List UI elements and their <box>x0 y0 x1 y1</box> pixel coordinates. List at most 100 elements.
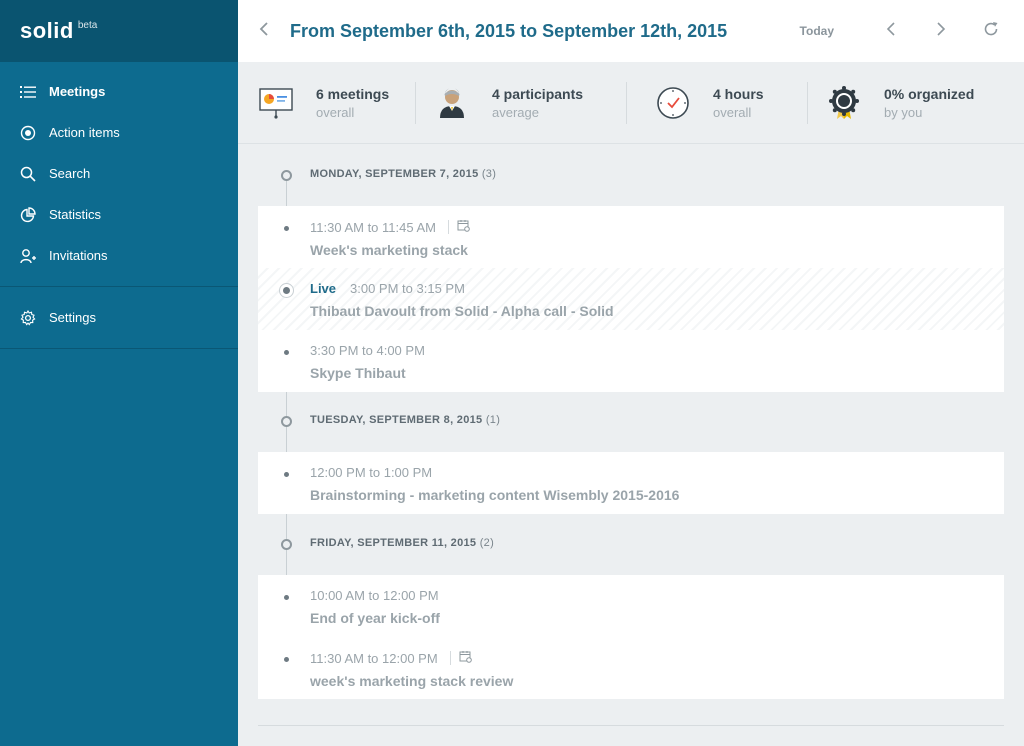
divider <box>449 651 451 665</box>
stat-divider <box>807 81 808 124</box>
refresh-button[interactable] <box>966 0 1016 62</box>
sidebar-item-label: Meetings <box>49 84 106 99</box>
badge-icon <box>826 85 862 121</box>
clock-icon <box>655 85 691 121</box>
meeting-marker <box>284 472 289 477</box>
stat-caption: average <box>492 104 539 120</box>
stat-text: 0% organized by you <box>884 86 974 120</box>
today-button[interactable]: Today <box>800 24 834 38</box>
stat-organized: 0% organized by you <box>826 78 974 128</box>
meeting-time: 3:30 PM to 4:00 PM <box>310 343 425 358</box>
secondary-nav: Settings <box>0 287 238 349</box>
day-label: MONDAY, SEPTEMBER 7, 2015 <box>310 168 479 180</box>
meeting-title: Week's marketing stack <box>310 242 468 258</box>
sidebar-item-label: Settings <box>49 310 96 325</box>
chevron-right-icon <box>933 21 949 42</box>
meeting-time: 11:30 AM to 12:00 PM <box>310 650 438 666</box>
stat-text: 6 meetings overall <box>316 86 389 120</box>
meeting-item[interactable]: 11:30 AM to 12:00 PM week's marketing st… <box>258 637 1004 699</box>
day-card: 12:00 PM to 1:00 PM Brainstorming - mark… <box>258 452 1004 514</box>
meeting-title: week's marketing stack review <box>310 673 514 689</box>
stat-text: 4 participants average <box>492 86 583 120</box>
stat-caption: overall <box>713 104 752 120</box>
meeting-marker <box>284 350 289 355</box>
sidebar-item-statistics[interactable]: Statistics <box>0 194 238 235</box>
meeting-item[interactable]: 12:00 PM to 1:00 PM Brainstorming - mark… <box>258 452 1004 514</box>
day-card: 11:30 AM to 11:45 AM Week's marketing st… <box>258 206 1004 392</box>
add-user-icon <box>20 248 36 264</box>
stat-participants: 4 participants average <box>434 78 626 128</box>
sidebar-item-action-items[interactable]: Action items <box>0 112 238 153</box>
meeting-item-live[interactable]: Live 3:00 PM to 3:15 PM Thibaut Davoult … <box>258 268 1004 330</box>
day-count: (1) <box>485 414 501 426</box>
brand-bar: solid beta <box>0 0 238 62</box>
stat-value: 6 meetings <box>316 85 390 102</box>
sidebar-item-search[interactable]: Search <box>0 153 238 194</box>
meeting-time: 12:00 PM to 1:00 PM <box>310 465 433 480</box>
next-week-button[interactable] <box>916 0 966 62</box>
meeting-title: Thibaut Davoult from Solid - Alpha call … <box>310 303 614 319</box>
sidebar-item-settings[interactable]: Settings <box>0 297 238 338</box>
stat-hours: 4 hours overall <box>655 78 807 128</box>
previous-week-button[interactable] <box>866 0 916 62</box>
refresh-icon <box>983 21 999 42</box>
sidebar-item-label: Invitations <box>49 248 108 263</box>
meeting-time: 11:30 AM to 11:45 AM <box>310 219 436 235</box>
back-button[interactable] <box>238 0 290 62</box>
stat-caption: by you <box>884 104 923 120</box>
presentation-icon <box>258 85 294 121</box>
gear-icon <box>20 309 36 326</box>
stat-text: 4 hours overall <box>713 86 764 120</box>
day-label: FRIDAY, SEPTEMBER 11, 2015 <box>310 537 477 549</box>
stat-value: 4 hours <box>713 85 764 102</box>
target-icon <box>20 125 36 141</box>
stat-divider <box>415 81 416 124</box>
sidebar-item-label: Statistics <box>49 207 102 222</box>
meeting-item[interactable]: 3:30 PM to 4:00 PM Skype Thibaut <box>258 330 1004 392</box>
meeting-time-row: 10:00 AM to 12:00 PM <box>310 588 1004 603</box>
meeting-time: 3:00 PM to 3:15 PM <box>350 281 465 296</box>
brand-beta-tag: beta <box>77 20 98 31</box>
stat-caption: overall <box>316 104 355 120</box>
meeting-title: End of year kick-off <box>310 610 440 626</box>
calendar-sync-icon <box>457 219 470 235</box>
search-icon <box>20 166 36 182</box>
sidebar-item-label: Search <box>49 166 91 181</box>
chevron-left-icon <box>883 21 899 42</box>
stat-value: 0% organized <box>884 85 975 102</box>
meeting-marker-live <box>280 284 293 297</box>
divider <box>258 725 1004 726</box>
day-count: (2) <box>479 537 495 549</box>
meeting-item[interactable]: 11:30 AM to 11:45 AM Week's marketing st… <box>258 206 1004 268</box>
meeting-time-row: Live 3:00 PM to 3:15 PM <box>310 281 1004 296</box>
day-card: 10:00 AM to 12:00 PM End of year kick-of… <box>258 575 1004 699</box>
stats-bar: 6 meetings overall 4 participants averag… <box>238 62 1024 144</box>
meeting-title: Brainstorming - marketing content Wisemb… <box>310 487 680 503</box>
list-icon <box>20 84 36 100</box>
day-label: TUESDAY, SEPTEMBER 8, 2015 <box>310 414 483 426</box>
calendar-sync-icon <box>459 650 472 666</box>
divider <box>448 220 449 234</box>
day-marker <box>281 416 292 427</box>
meeting-title: Skype Thibaut <box>310 365 406 381</box>
sidebar: solid beta Meetings Action items Search <box>0 0 238 746</box>
pie-chart-icon <box>20 206 36 223</box>
live-badge: Live <box>310 281 337 296</box>
meeting-time-row: 3:30 PM to 4:00 PM <box>310 343 1004 358</box>
meeting-time: 10:00 AM to 12:00 PM <box>310 588 439 603</box>
day-heading: MONDAY, SEPTEMBER 7, 2015 (3) <box>310 168 496 180</box>
sidebar-item-label: Action items <box>49 125 120 140</box>
sidebar-item-meetings[interactable]: Meetings <box>0 71 238 112</box>
stat-meetings: 6 meetings overall <box>258 78 415 128</box>
meetings-timeline: MONDAY, SEPTEMBER 7, 2015 (3) 11:30 AM t… <box>238 144 1024 746</box>
sidebar-item-invitations[interactable]: Invitations <box>0 235 238 276</box>
stat-value: 4 participants <box>492 85 584 102</box>
meeting-time-row: 12:00 PM to 1:00 PM <box>310 465 1004 480</box>
stat-divider <box>626 81 627 124</box>
page-title: From September 6th, 2015 to September 12… <box>290 20 728 41</box>
brand-logo[interactable]: solid <box>20 18 74 44</box>
meeting-time-row: 11:30 AM to 12:00 PM <box>310 650 1004 666</box>
person-icon <box>434 85 470 121</box>
main-nav: Meetings Action items Search Statistics … <box>0 62 238 287</box>
meeting-item[interactable]: 10:00 AM to 12:00 PM End of year kick-of… <box>258 575 1004 637</box>
